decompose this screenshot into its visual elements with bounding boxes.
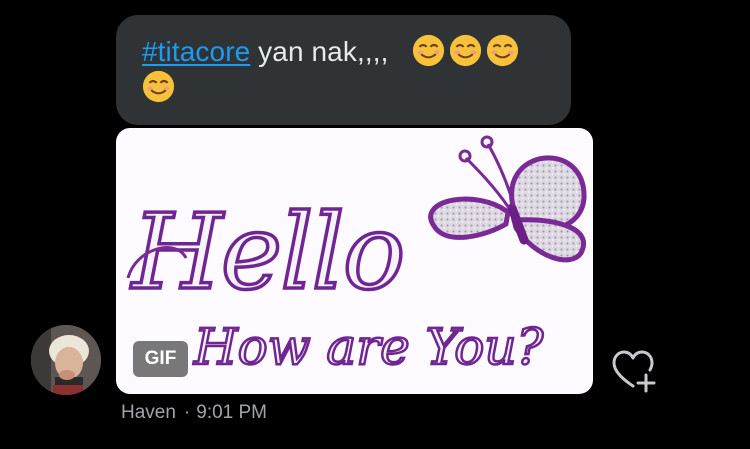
hashtag-link[interactable]: #titacore — [142, 36, 250, 67]
smiling-face-emoji — [449, 34, 482, 67]
message-body: yan nak,,,, — [250, 36, 389, 67]
smiling-face-emoji — [142, 70, 175, 103]
smiling-face-emoji — [486, 34, 519, 67]
gif-badge: GIF — [133, 341, 188, 377]
gif-text-how-are-you: How are You? — [193, 318, 545, 376]
message-time: 9:01 PM — [196, 402, 268, 423]
gif-text-hello: Hello — [130, 191, 403, 313]
meta-separator: · — [183, 402, 191, 423]
heart-plus-icon[interactable] — [610, 348, 656, 394]
message-bubble[interactable]: #titacore yan nak,,,, — [116, 15, 571, 125]
message-meta: Haven · 9:01 PM — [121, 402, 267, 424]
avatar[interactable] — [31, 325, 101, 395]
sender-name[interactable]: Haven — [121, 402, 176, 423]
message-text: #titacore yan nak,,,, — [142, 34, 549, 106]
smiling-face-emoji — [412, 34, 445, 67]
